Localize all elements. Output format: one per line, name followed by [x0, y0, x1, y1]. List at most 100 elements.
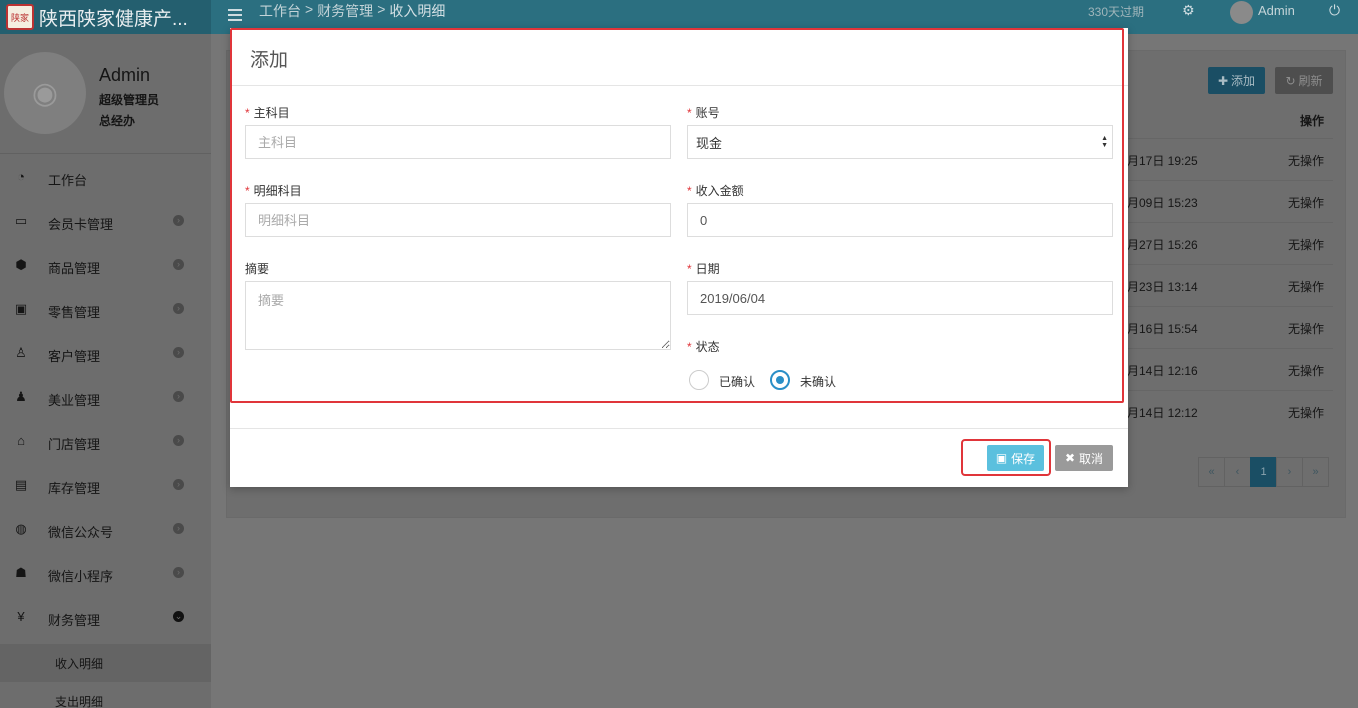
income-amount-input[interactable] [687, 203, 1113, 237]
gear-icon[interactable]: ⚙ [1182, 2, 1195, 19]
breadcrumb-separator: > [305, 1, 314, 17]
expire-notice: 330天过期 [1088, 5, 1145, 19]
top-username[interactable]: Admin [1258, 3, 1295, 18]
row-operations: 无操作 [1288, 154, 1325, 168]
money-icon: ▣ [14, 301, 28, 316]
close-icon: ✖ [1064, 451, 1076, 465]
account-select-value: 现金 [696, 135, 723, 151]
chevron-right-icon: › [173, 215, 184, 226]
add-button[interactable]: ✚ 添加 [1208, 67, 1265, 94]
detail-subject-label: * 明细科目 [245, 184, 302, 198]
brand[interactable]: 陕家 陕西陕家健康产... [0, 0, 211, 34]
plus-icon: ✚ [1217, 73, 1229, 88]
menu-toggle-icon[interactable] [228, 9, 242, 21]
modal-footer-divider [230, 428, 1128, 429]
sidebar: ◉ Admin 超级管理员 总经办 ◔ 工作台 ▭ 会员卡管理 › ⬢ 商品管理… [0, 34, 211, 708]
chevron-right-icon: › [173, 523, 184, 534]
row-divider [1127, 222, 1333, 223]
sidebar-item-label: 门店管理 [48, 437, 101, 452]
cancel-button[interactable]: ✖ 取消 [1055, 445, 1113, 471]
save-icon: ▣ [995, 451, 1008, 465]
row-divider [1127, 138, 1333, 139]
breadcrumb-item[interactable]: 财务管理 [317, 1, 373, 21]
sidebar-item-label: 工作台 [48, 173, 88, 188]
sidebar-subitem-expense[interactable]: 支出明细 [0, 682, 211, 708]
sidebar-item-wechat-mini[interactable]: ☗ 微信小程序 › [0, 551, 211, 595]
cubes-icon: ⬢ [15, 257, 27, 272]
refresh-button-label: 刷新 [1298, 74, 1323, 88]
sidebar-item-beauty[interactable]: ♟ 美业管理 › [0, 375, 211, 419]
sidebar-item-label: 会员卡管理 [48, 217, 114, 232]
profile-role: 超级管理员 [99, 93, 160, 107]
avatar[interactable] [1230, 1, 1253, 24]
row-divider [1127, 180, 1333, 181]
users-icon: ☗ [15, 565, 27, 580]
save-button-label: 保存 [1011, 451, 1036, 466]
refresh-button[interactable]: ↻ 刷新 [1275, 67, 1333, 94]
modal-header-divider [230, 85, 1128, 86]
row-operations: 无操作 [1288, 364, 1325, 378]
sidebar-item-label: 财务管理 [48, 613, 101, 628]
sidebar-item-products[interactable]: ⬢ 商品管理 › [0, 243, 211, 287]
row-date: 月16日 15:54 [1127, 322, 1198, 336]
sidebar-item-label: 商品管理 [48, 261, 101, 276]
status-confirmed-radio[interactable] [689, 370, 709, 390]
page-last[interactable]: » [1302, 457, 1329, 487]
main-subject-input[interactable] [245, 125, 671, 159]
account-label: * 账号 [687, 106, 720, 120]
sidebar-item-label: 库存管理 [48, 481, 101, 496]
chevron-down-icon: ⌄ [173, 611, 184, 622]
date-input[interactable] [687, 281, 1113, 315]
sidebar-subitem-label: 支出明细 [55, 695, 104, 708]
child-icon: ♟ [15, 389, 27, 404]
page-first[interactable]: « [1198, 457, 1225, 487]
cancel-button-label: 取消 [1079, 451, 1104, 466]
yen-icon: ¥ [17, 609, 25, 624]
status-confirmed-label[interactable]: 已确认 [719, 373, 755, 390]
column-header-operations: 操作 [1300, 114, 1325, 128]
sidebar-item-finance[interactable]: ¥ 财务管理 ⌄ [0, 595, 211, 639]
income-amount-label: * 收入金额 [687, 184, 744, 198]
power-icon[interactable]: ⏻ [1329, 2, 1340, 19]
sidebar-item-membership-card[interactable]: ▭ 会员卡管理 › [0, 199, 211, 243]
row-date: 月14日 12:12 [1127, 406, 1198, 420]
breadcrumb-item[interactable]: 工作台 [259, 1, 301, 21]
sidebar-item-customers[interactable]: ♙ 客户管理 › [0, 331, 211, 375]
sidebar-subitem-income[interactable]: 收入明细 [0, 644, 211, 682]
profile-avatar: ◉ [4, 52, 86, 134]
breadcrumb-separator: > [377, 1, 386, 17]
save-button[interactable]: ▣ 保存 [987, 445, 1044, 471]
app-title: 陕西陕家健康产... [39, 8, 188, 30]
page-next[interactable]: › [1276, 457, 1303, 487]
sidebar-item-retail[interactable]: ▣ 零售管理 › [0, 287, 211, 331]
pagination: « ‹ 1 › » [1198, 457, 1329, 487]
account-select[interactable]: 现金 ▲ ▼ [687, 125, 1113, 159]
status-unconfirmed-label[interactable]: 未确认 [800, 373, 836, 390]
chevron-right-icon: › [173, 479, 184, 490]
row-date: 月27日 15:26 [1127, 238, 1198, 252]
page-current[interactable]: 1 [1250, 457, 1277, 487]
credit-card-icon: ▭ [14, 213, 28, 228]
chevron-right-icon: › [173, 347, 184, 358]
status-unconfirmed-radio[interactable] [770, 370, 790, 390]
sidebar-item-wechat-official[interactable]: ◍ 微信公众号 › [0, 507, 211, 551]
refresh-icon: ↻ [1285, 73, 1296, 88]
sidebar-item-stores[interactable]: ⌂ 门店管理 › [0, 419, 211, 463]
row-operations: 无操作 [1288, 280, 1325, 294]
page-prev[interactable]: ‹ [1224, 457, 1251, 487]
sidebar-item-dashboard[interactable]: ◔ 工作台 [0, 155, 211, 199]
row-date: 月09日 15:23 [1127, 196, 1198, 210]
status-label: * 状态 [687, 340, 720, 354]
date-label: * 日期 [687, 262, 720, 276]
sidebar-item-inventory[interactable]: ▤ 库存管理 › [0, 463, 211, 507]
chevron-right-icon: › [173, 567, 184, 578]
summary-textarea[interactable] [245, 281, 671, 350]
modal-title: 添加 [250, 50, 289, 71]
archive-icon: ▤ [14, 477, 28, 492]
chevron-right-icon: › [173, 303, 184, 314]
sidebar-item-label: 微信公众号 [48, 525, 114, 540]
wechat-icon: ◍ [15, 521, 27, 536]
row-divider [1127, 306, 1333, 307]
detail-subject-input[interactable] [245, 203, 671, 237]
profile-name: Admin [99, 65, 151, 85]
